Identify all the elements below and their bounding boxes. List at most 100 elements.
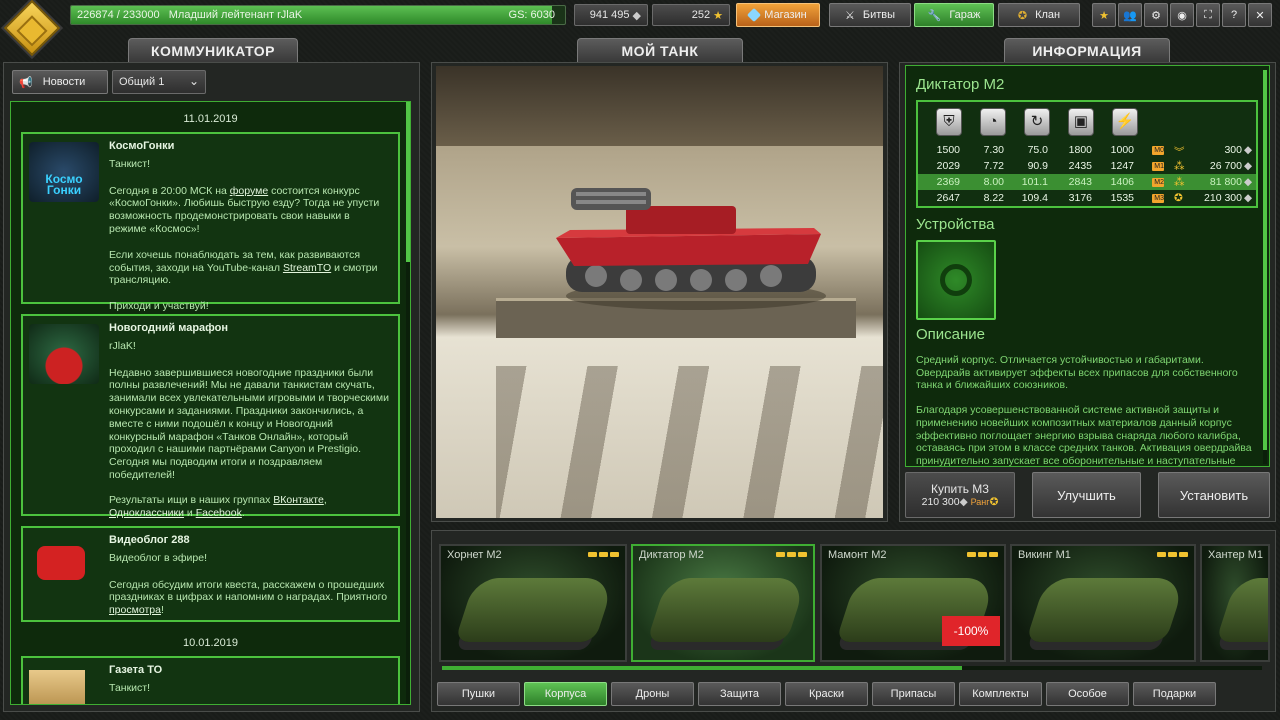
stat-value: 2435 <box>1068 160 1092 172</box>
ok-link[interactable]: Одноклассники <box>109 507 184 519</box>
tab-label: Корпуса <box>544 688 587 700</box>
tab-3[interactable]: Защита <box>698 682 781 706</box>
news-item[interactable]: Космо Гонки КосмоГонки Танкист! Сегодня в… <box>21 132 400 312</box>
tab-label: Краски <box>808 688 845 700</box>
stat-value: 75.0 <box>1027 144 1048 156</box>
news-text: Результаты ищи в наших группах <box>109 493 274 506</box>
channel-value: Общий 1 <box>119 76 165 88</box>
youtube-icon <box>37 546 85 580</box>
news-item[interactable]: Новогодний марафон rJlaK! Недавно заверш… <box>21 314 400 519</box>
stats-row[interactable]: 2029 7.72 90.9 2435 1247 M1 ⁂ 26 700 ◆ <box>918 158 1256 174</box>
tab-label: Подарки <box>1152 688 1197 700</box>
tab-8[interactable]: Подарки <box>1133 682 1216 706</box>
stats-row[interactable]: 2647 8.22 109.4 3176 1535 M3 ✪ 210 300 ◆ <box>918 190 1256 206</box>
stat-value: 2647 <box>936 192 960 204</box>
news-text: Недавно завершившиеся новогодние праздни… <box>109 366 389 481</box>
desc-paragraph: Благодаря усовершенствованной системе ак… <box>916 404 1252 467</box>
rank-icon: ︾ <box>1174 146 1185 158</box>
tab-5[interactable]: Припасы <box>872 682 955 706</box>
stars-counter: 252 ★ <box>652 4 730 26</box>
friends-icon[interactable]: 👥 <box>1118 3 1142 27</box>
device-slot[interactable] <box>916 240 996 320</box>
tab-label: Припасы <box>890 688 937 700</box>
news-greeting: Танкист! <box>109 157 151 170</box>
game-logo[interactable] <box>3 0 61 57</box>
news-text: , <box>323 493 327 506</box>
tab-4[interactable]: Краски <box>785 682 868 706</box>
buy-button[interactable]: Купить M3 210 300◆ Ранг✪ <box>905 472 1015 518</box>
tab-1[interactable]: Корпуса <box>524 682 607 706</box>
stats-row[interactable]: 1500 7.30 75.0 1800 1000 M0 ︾ 300 ◆ <box>918 142 1256 158</box>
sound-icon[interactable]: ◉ <box>1170 3 1194 27</box>
stat-value: 90.9 <box>1027 160 1048 172</box>
news-date: 10.01.2019 <box>182 637 239 649</box>
upgrade-level-dots <box>1157 552 1188 557</box>
tab-label: Защита <box>720 688 759 700</box>
news-text: Приходи и участвуй! <box>109 300 209 313</box>
communicator-header: КОММУНИКАТОР <box>128 38 298 62</box>
tank-card[interactable]: Мамонт M2 -100% <box>820 544 1006 662</box>
clan-button[interactable]: ✪ Клан <box>998 3 1080 27</box>
close-icon[interactable]: ✕ <box>1248 3 1272 27</box>
news-title: Газета ТО <box>109 664 163 676</box>
stat-value: 1247 <box>1110 160 1134 172</box>
news-button[interactable]: 📢 Новости <box>12 70 108 94</box>
help-icon[interactable]: ? <box>1222 3 1246 27</box>
news-feed[interactable]: 11.01.2019 Космо Гонки КосмоГонки Танкист… <box>10 101 411 705</box>
hull-model <box>1215 578 1268 642</box>
crystal-icon: ◆ <box>959 496 968 508</box>
news-scrollbar[interactable] <box>406 102 410 704</box>
info-scrollbar[interactable] <box>1263 70 1267 464</box>
facebook-link[interactable]: Facebook <box>196 507 242 519</box>
shop-label: Магазин <box>764 9 807 21</box>
tank-card[interactable]: Хантер M1 <box>1200 544 1270 662</box>
device-gear-icon <box>940 264 972 296</box>
rank-star-icon: ✪ <box>989 496 999 508</box>
news-text: и <box>184 506 196 519</box>
carousel-scrollbar[interactable] <box>442 666 1262 670</box>
tab-0[interactable]: Пушки <box>437 682 520 706</box>
upgrade-level-dots <box>776 552 807 557</box>
modification-badge: M3 <box>1152 194 1164 203</box>
shop-button[interactable]: Магазин <box>736 3 820 27</box>
tank-card-name: Викинг M1 <box>1018 549 1071 561</box>
vk-link[interactable]: ВКонтакте <box>273 494 324 506</box>
tank-card[interactable]: Диктатор M2 <box>631 544 815 662</box>
tank-card[interactable]: Викинг M1 <box>1010 544 1196 662</box>
fullscreen-icon[interactable]: ⛶ <box>1196 3 1220 27</box>
tab-2[interactable]: Дроны <box>611 682 694 706</box>
settings-gear-icon[interactable]: ⚙ <box>1144 3 1168 27</box>
clan-label: Клан <box>1035 9 1061 21</box>
battles-button[interactable]: ⚔ Битвы <box>829 3 911 27</box>
news-greeting: Танкист! <box>109 681 151 694</box>
news-text: . <box>241 506 245 519</box>
tab-6[interactable]: Комплекты <box>959 682 1042 706</box>
garage-button[interactable]: 🔧 Гараж <box>914 3 994 27</box>
news-label: Новости <box>42 76 86 88</box>
news-item[interactable]: Газета ТО Танкист! <box>21 656 400 704</box>
watch-link[interactable]: просмотра <box>109 604 161 616</box>
buy-label: Купить M3 <box>931 482 989 496</box>
forum-link[interactable]: форуме <box>230 185 268 197</box>
channel-select[interactable]: Общий 1 ⌄ <box>112 70 206 94</box>
tank-preview[interactable] <box>436 66 883 518</box>
buy-price: 210 300 <box>921 496 960 508</box>
achievements-star-icon[interactable]: ★ <box>1092 3 1116 27</box>
rank-icon: ✪ <box>1174 192 1183 204</box>
streamto-link[interactable]: StreamTO <box>283 262 331 274</box>
hull-model <box>1025 578 1187 642</box>
info-header: ИНФОРМАЦИЯ <box>1004 38 1170 62</box>
news-title: Видеоблог 288 <box>109 534 190 546</box>
tank-card[interactable]: Хорнет M2 <box>439 544 627 662</box>
install-button[interactable]: Установить <box>1158 472 1270 518</box>
price-value: 300 <box>1224 144 1242 156</box>
stat-value: 109.4 <box>1021 192 1048 204</box>
news-item[interactable]: Видеоблог 288 Видеоблог в эфире! Сегодня… <box>21 526 400 622</box>
rank-name: Младший лейтенант rJlaK <box>168 9 303 21</box>
gear-score: GS: 6030 <box>508 9 555 21</box>
tab-7[interactable]: Особое <box>1046 682 1129 706</box>
stats-row[interactable]: 2369 8.00 101.1 2843 1406 M2 ⁂ 81 800 ◆ <box>918 174 1256 190</box>
xp-bar: 226874 / 233000 Младший лейтенант rJlaK … <box>70 5 566 25</box>
upgrade-button[interactable]: Улучшить <box>1032 472 1141 518</box>
new-year-picture <box>29 324 99 384</box>
